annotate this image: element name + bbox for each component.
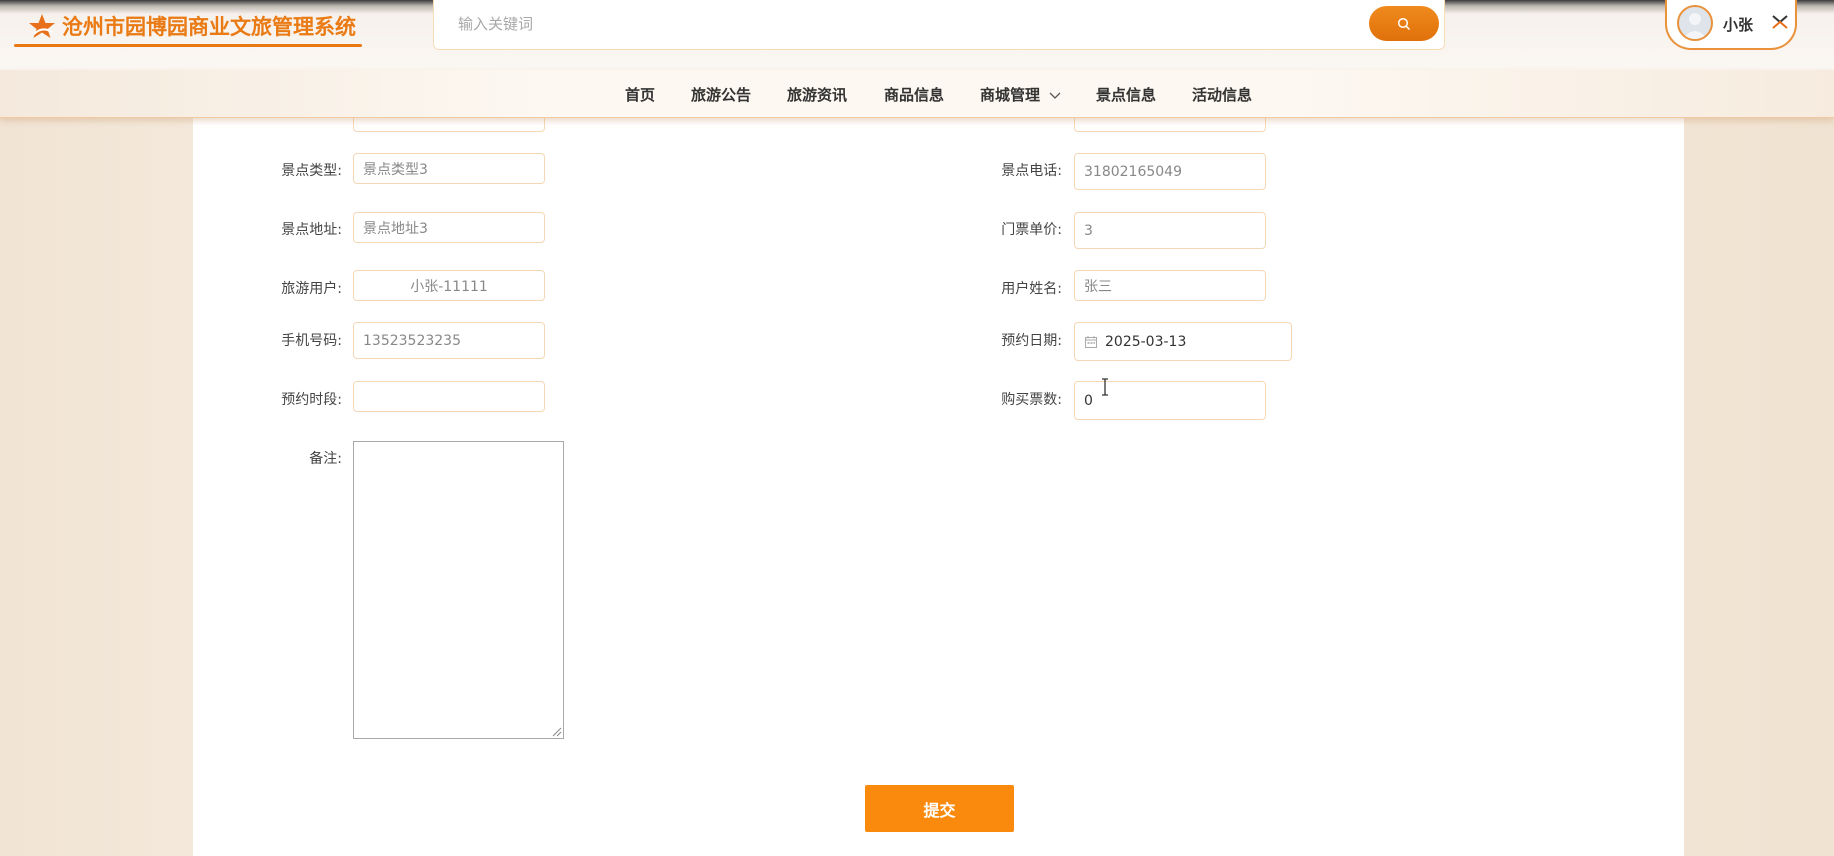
remarks-textarea[interactable] xyxy=(353,441,564,739)
booking-date-value: 2025-03-13 xyxy=(1105,333,1187,350)
label-time-slot: 预约时段: xyxy=(281,392,342,408)
scenic-address-field[interactable]: 景点地址3 xyxy=(353,212,545,243)
label-phone: 手机号码: xyxy=(281,333,342,349)
booking-date-field[interactable]: 2025-03-13 xyxy=(1074,322,1292,361)
ticket-price-field[interactable]: 3 xyxy=(1074,212,1266,249)
label-booking-date: 预约日期: xyxy=(1001,333,1062,349)
nav-item-activities[interactable]: 活动信息 xyxy=(1192,84,1252,105)
nav-item-products[interactable]: 商品信息 xyxy=(884,84,944,105)
label-scenic-address: 景点地址: xyxy=(281,222,342,238)
top-header: 沧州市园博园商业文旅管理系统 小张 xyxy=(0,0,1834,70)
chevron-down-icon xyxy=(1049,92,1061,99)
menu-toggle-icon[interactable] xyxy=(1771,14,1789,30)
submit-button[interactable]: 提交 xyxy=(865,785,1014,832)
label-scenic-phone: 景点电话: xyxy=(1001,163,1062,179)
app-title: 沧州市园博园商业文旅管理系统 xyxy=(62,15,356,39)
user-name: 小张 xyxy=(1723,16,1754,34)
main-nav: 首页 旅游公告 旅游资讯 商品信息 商城管理 景点信息 活动信息 xyxy=(0,70,1834,118)
label-scenic-type: 景点类型: xyxy=(281,163,342,179)
label-tour-user: 旅游用户: xyxy=(281,281,342,297)
text-cursor-icon xyxy=(1102,378,1108,396)
nav-item-mall-management[interactable]: 商城管理 xyxy=(980,84,1061,105)
user-fullname-field[interactable]: 张三 xyxy=(1074,270,1266,301)
search-bar xyxy=(433,0,1445,50)
user-menu[interactable]: 小张 xyxy=(1665,0,1797,50)
logo-underline xyxy=(14,44,362,47)
scenic-type-field[interactable]: 景点类型3 xyxy=(353,153,545,184)
search-icon xyxy=(1397,17,1411,30)
scenic-phone-field[interactable]: 31802165049 xyxy=(1074,153,1266,190)
search-button[interactable] xyxy=(1369,6,1439,41)
calendar-icon xyxy=(1085,335,1097,348)
label-ticket-price: 门票单价: xyxy=(1001,222,1062,238)
label-remarks: 备注: xyxy=(309,451,342,467)
nav-item-scenic[interactable]: 景点信息 xyxy=(1096,84,1156,105)
resize-grip-icon[interactable] xyxy=(552,727,562,737)
time-slot-field[interactable] xyxy=(353,381,545,412)
label-user-fullname: 用户姓名: xyxy=(1001,281,1062,297)
nav-item-announcements[interactable]: 旅游公告 xyxy=(691,84,751,105)
label-ticket-count: 购买票数: xyxy=(1001,392,1062,408)
phone-field[interactable]: 13523523235 xyxy=(353,322,545,359)
search-input[interactable] xyxy=(458,12,1338,36)
user-avatar-icon xyxy=(1683,13,1707,39)
star-logo-icon xyxy=(29,14,55,38)
nav-item-news[interactable]: 旅游资讯 xyxy=(787,84,847,105)
app-logo[interactable]: 沧州市园博园商业文旅管理系统 xyxy=(28,10,356,42)
nav-mall-label: 商城管理 xyxy=(980,86,1041,104)
tour-user-field[interactable]: 小张-11111 xyxy=(353,270,545,301)
avatar[interactable] xyxy=(1677,5,1713,41)
nav-item-home[interactable]: 首页 xyxy=(625,84,655,105)
